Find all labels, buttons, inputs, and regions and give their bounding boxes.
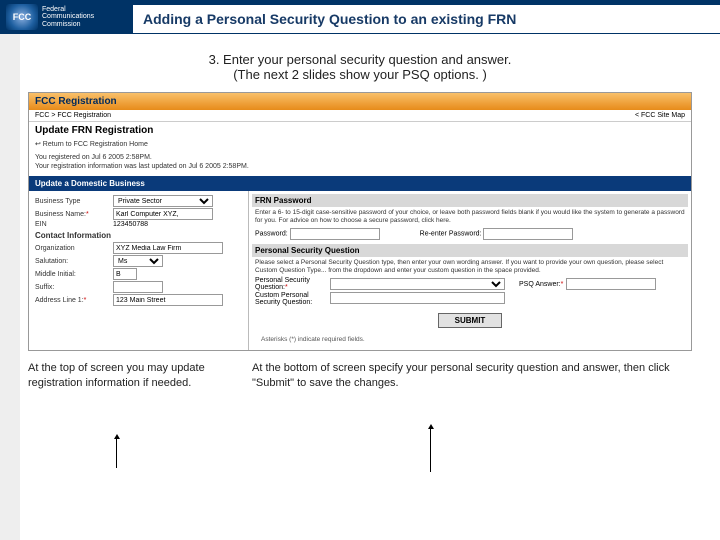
address-input[interactable] bbox=[113, 294, 223, 306]
right-column: FRN Password Enter a 6- to 15-digit case… bbox=[249, 191, 691, 350]
breadcrumb-left[interactable]: FCC > FCC Registration bbox=[35, 112, 111, 119]
required-footnote: Asterisks (*) indicate required fields. bbox=[255, 334, 685, 347]
instruction-sub: (The next 2 slides show your PSQ options… bbox=[40, 67, 680, 82]
fcc-logo: FCC Federal Communications Commission bbox=[0, 4, 133, 30]
pwd-label: Password: bbox=[255, 230, 288, 237]
salutation-label: Salutation: bbox=[35, 258, 113, 265]
business-type-select[interactable]: Private Sector bbox=[113, 195, 213, 207]
instruction-main: 3. Enter your personal security question… bbox=[40, 52, 680, 67]
reg-header: FCC Registration bbox=[29, 93, 691, 110]
pwd-header: FRN Password bbox=[252, 194, 688, 207]
caption-right: At the bottom of screen specify your per… bbox=[228, 361, 692, 390]
psq-desc: Please select a Personal Security Questi… bbox=[255, 259, 685, 275]
psq-answer-label: PSQ Answer:* bbox=[519, 281, 563, 288]
logo-subtext: Federal Communications Commission bbox=[42, 6, 94, 28]
section-bar: Update a Domestic Business bbox=[29, 176, 691, 191]
meta-updated: Your registration information was last u… bbox=[35, 162, 685, 171]
header-bar: FCC Federal Communications Commission Ad… bbox=[0, 0, 720, 34]
ein-value: 123450788 bbox=[113, 221, 148, 228]
middle-label: Middle Initial: bbox=[35, 271, 113, 278]
pwd2-input[interactable] bbox=[483, 228, 573, 240]
salutation-select[interactable]: Ms bbox=[113, 255, 163, 267]
pwd2-label: Re-enter Password: bbox=[420, 230, 482, 237]
pwd-input[interactable] bbox=[290, 228, 380, 240]
custom-psq-input[interactable] bbox=[330, 292, 505, 304]
fcc-seal-icon: FCC bbox=[6, 4, 38, 30]
left-column: Business Type Private Sector Business Na… bbox=[29, 191, 249, 350]
contact-section: Contact Information bbox=[35, 231, 242, 240]
suffix-input[interactable] bbox=[113, 281, 163, 293]
sub-header: Update FRN Registration bbox=[29, 122, 691, 139]
middle-input[interactable] bbox=[113, 268, 137, 280]
ein-label: EIN bbox=[35, 221, 113, 228]
caption-left: At the top of screen you may update regi… bbox=[28, 361, 228, 390]
form-screenshot: FCC Registration FCC > FCC Registration … bbox=[28, 92, 692, 351]
arrow-left-icon bbox=[116, 438, 117, 468]
business-name-label: Business Name:* bbox=[35, 211, 113, 218]
org-label: Organization bbox=[35, 245, 113, 252]
psq-answer-input[interactable] bbox=[566, 278, 656, 290]
breadcrumb-right[interactable]: < FCC Site Map bbox=[635, 112, 685, 119]
psq-label: Personal Security Question:* bbox=[255, 277, 330, 291]
org-input[interactable] bbox=[113, 242, 223, 254]
pwd-desc: Enter a 6- to 15-digit case-sensitive pa… bbox=[255, 209, 685, 225]
address-label: Address Line 1:* bbox=[35, 297, 113, 304]
submit-button[interactable]: SUBMIT bbox=[438, 313, 503, 328]
business-name-input[interactable] bbox=[113, 208, 213, 220]
suffix-label: Suffix: bbox=[35, 284, 113, 291]
custom-psq-label: Custom Personal Security Question: bbox=[255, 292, 330, 306]
psq-header: Personal Security Question bbox=[252, 244, 688, 257]
instruction-block: 3. Enter your personal security question… bbox=[0, 34, 720, 92]
arrow-right-icon bbox=[430, 428, 431, 472]
back-link[interactable]: ↩ Return to FCC Registration Home bbox=[29, 139, 691, 151]
page-title: Adding a Personal Security Question to a… bbox=[133, 5, 720, 33]
business-type-label: Business Type bbox=[35, 198, 113, 205]
meta-registered: You registered on Jul 6 2005 2:58PM. bbox=[35, 153, 685, 162]
psq-select[interactable] bbox=[330, 278, 505, 290]
